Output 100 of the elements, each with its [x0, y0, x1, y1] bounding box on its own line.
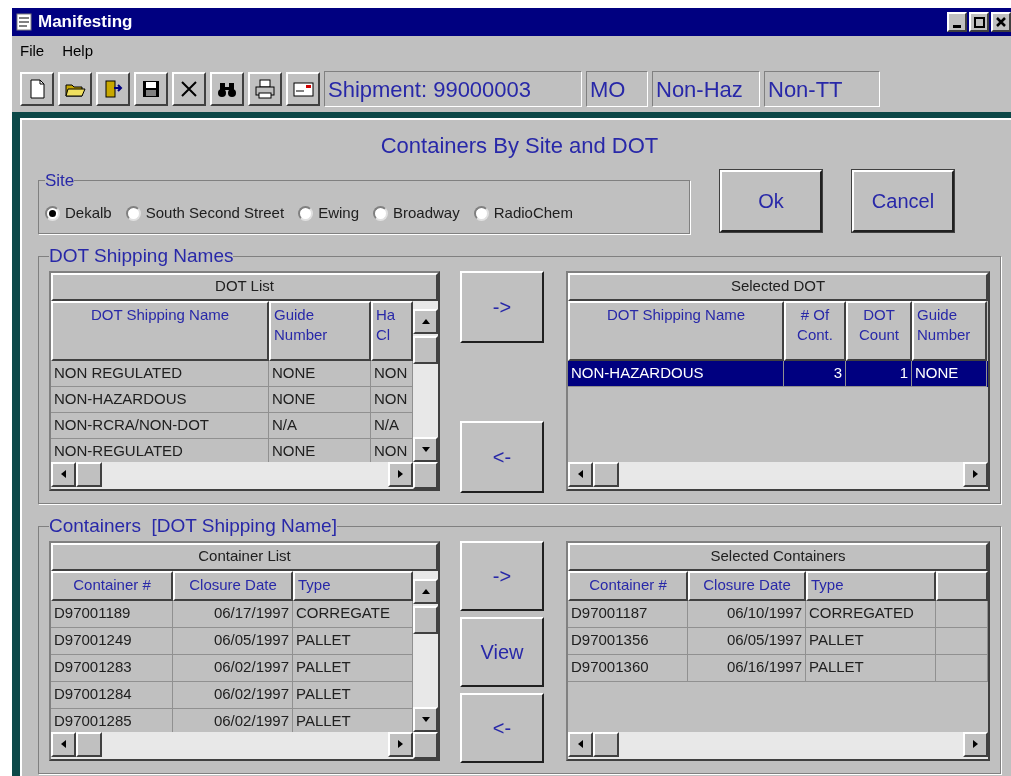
horizontal-scrollbar[interactable]	[51, 461, 413, 489]
triangle-icon	[421, 318, 430, 324]
scrollbar-corner	[413, 461, 438, 489]
column-header[interactable]: Guide Number	[912, 300, 987, 361]
horizontal-scrollbar[interactable]	[568, 461, 988, 489]
table-row[interactable]: NON-HAZARDOUS NONE NON	[51, 386, 413, 413]
column-header[interactable]: Closure Date	[688, 570, 806, 601]
column-header[interactable]: DOT Shipping Name	[51, 300, 269, 361]
table-caption: DOT List	[51, 272, 438, 301]
dialog-button[interactable]: Cancel	[852, 170, 954, 232]
minimize-button[interactable]	[947, 12, 967, 32]
move-button[interactable]: ->	[460, 270, 544, 343]
toolbar-button[interactable]	[248, 72, 282, 106]
scroll-down-button[interactable]	[413, 436, 438, 462]
table-cell: CORREGATED	[806, 600, 936, 628]
table-row[interactable]: D97001284 06/02/1997 PALLET	[51, 681, 413, 709]
scroll-up-button[interactable]	[413, 308, 438, 334]
scroll-left-button[interactable]	[568, 731, 593, 757]
move-button[interactable]: <-	[460, 420, 544, 493]
scroll-right-button[interactable]	[388, 731, 413, 757]
scroll-thumb[interactable]	[76, 731, 102, 757]
vertical-scrollbar[interactable]	[413, 570, 438, 732]
column-header[interactable]: Ha Cl	[371, 300, 413, 361]
horizontal-scrollbar[interactable]	[51, 731, 413, 759]
table-caption: Selected DOT	[568, 272, 988, 301]
table-row[interactable]: D97001283 06/02/1997 PALLET	[51, 654, 413, 682]
scroll-down-button[interactable]	[413, 706, 438, 732]
dialog-button[interactable]: Ok	[720, 170, 822, 232]
column-header[interactable]	[936, 570, 988, 601]
column-header[interactable]: Container #	[51, 570, 173, 601]
horizontal-scrollbar[interactable]	[568, 731, 988, 759]
menu-item[interactable]: File	[20, 39, 45, 63]
menu-item[interactable]: Help	[62, 39, 94, 63]
table-row[interactable]: D97001187 06/10/1997 CORREGATED	[568, 600, 988, 628]
table-cell: NONE	[269, 386, 371, 413]
move-button[interactable]: ->	[460, 540, 544, 611]
triangle-icon	[973, 470, 978, 478]
table-row[interactable]: D97001360 06/16/1997 PALLET	[568, 654, 988, 682]
close-icon	[996, 17, 1006, 27]
radio-button[interactable]: Ewing	[298, 202, 359, 225]
table-row[interactable]: D97001356 06/05/1997 PALLET	[568, 627, 988, 655]
scroll-right-button[interactable]	[388, 461, 413, 487]
scroll-thumb[interactable]	[413, 335, 438, 364]
column-header[interactable]: Type	[806, 570, 936, 601]
table-row[interactable]: NON-RCRA/NON-DOT N/A N/A	[51, 412, 413, 439]
printer-icon	[254, 78, 276, 100]
column-header[interactable]: DOT Shipping Name	[568, 300, 784, 361]
scroll-thumb[interactable]	[413, 605, 438, 634]
table-cell: D97001284	[51, 681, 173, 709]
scroll-up-button[interactable]	[413, 578, 438, 604]
scroll-right-button[interactable]	[963, 731, 988, 757]
form-title: Containers By Site and DOT	[379, 132, 660, 160]
table-row[interactable]: D97001189 06/17/1997 CORREGATE	[51, 600, 413, 628]
maximize-button[interactable]	[969, 12, 989, 32]
column-header[interactable]: DOT Count	[846, 300, 912, 361]
toolbar-button[interactable]	[210, 72, 244, 106]
column-header[interactable]: Type	[293, 570, 413, 601]
scroll-left-button[interactable]	[568, 461, 593, 487]
column-header[interactable]: Guide Number	[269, 300, 371, 361]
column-header[interactable]: Container #	[568, 570, 688, 601]
minimize-icon	[953, 25, 961, 28]
close-button[interactable]	[991, 12, 1011, 32]
scroll-thumb[interactable]	[76, 461, 102, 487]
door-arrow-icon	[102, 78, 124, 100]
scroll-left-button[interactable]	[51, 731, 76, 757]
table-cell: NON REGULATED	[51, 360, 269, 387]
triangle-icon	[61, 740, 66, 748]
radio-button[interactable]: Dekalb	[45, 202, 112, 225]
table-row[interactable]: D97001249 06/05/1997 PALLET	[51, 627, 413, 655]
group-label: DOT Shipping Names	[49, 244, 234, 268]
data-grid[interactable]: Selected Containers Container # Closure Date Type D97001187 06/10/1997 CORREGATED D97001356 06/05/1997 PALLET D97001360 06/16/1997 PALLET	[566, 540, 990, 761]
data-grid[interactable]: DOT List DOT Shipping Name Guide Number Ha Cl NON REGULATED NONE NON NON-HAZARDOUS NONE NON NON-RCRA/NON-DOT N/A N/A NON-REGULATED NONE NON	[49, 270, 440, 491]
toolbar-button[interactable]	[20, 72, 54, 106]
move-button[interactable]: <-	[460, 692, 544, 763]
vertical-scrollbar[interactable]	[413, 300, 438, 462]
table-caption: Container List	[51, 542, 438, 571]
data-grid[interactable]: Container List Container # Closure Date Type D97001189 06/17/1997 CORREGATE D97001249 06/05/1997 PALLET D97001283 06/02/1997 PALLET D97001284 06/02/1997 PALLET D97001285 06/02/1997 PALLET	[49, 540, 440, 761]
radio-button[interactable]: South Second Street	[125, 202, 285, 225]
toolbar-button[interactable]	[134, 72, 168, 106]
table-cell: NON-RCRA/NON-DOT	[51, 412, 269, 439]
table-row[interactable]: NON-HAZARDOUS 3 1 NONE	[568, 360, 988, 387]
toolbar-button[interactable]	[286, 72, 320, 106]
radio-button[interactable]: Broadway	[373, 202, 460, 225]
table-cell: 06/02/1997	[173, 654, 293, 682]
toolbar-button[interactable]	[96, 72, 130, 106]
scroll-thumb[interactable]	[593, 461, 619, 487]
radio-button[interactable]: RadioChem	[473, 202, 573, 225]
toolbar-button[interactable]	[58, 72, 92, 106]
data-grid[interactable]: Selected DOT DOT Shipping Name # Of Cont. DOT Count Guide Number NON-HAZARDOUS 3 1 NONE	[566, 270, 990, 491]
column-header[interactable]: Closure Date	[173, 570, 293, 601]
column-header[interactable]: # Of Cont.	[784, 300, 846, 361]
scroll-left-button[interactable]	[51, 461, 76, 487]
toolbar-button[interactable]	[172, 72, 206, 106]
move-button[interactable]: View	[460, 616, 544, 687]
table-cell: D97001189	[51, 600, 173, 628]
scroll-right-button[interactable]	[963, 461, 988, 487]
scroll-thumb[interactable]	[593, 731, 619, 757]
table-cell: NONE	[912, 360, 987, 387]
table-row[interactable]: NON REGULATED NONE NON	[51, 360, 413, 387]
triangle-icon	[973, 740, 978, 748]
